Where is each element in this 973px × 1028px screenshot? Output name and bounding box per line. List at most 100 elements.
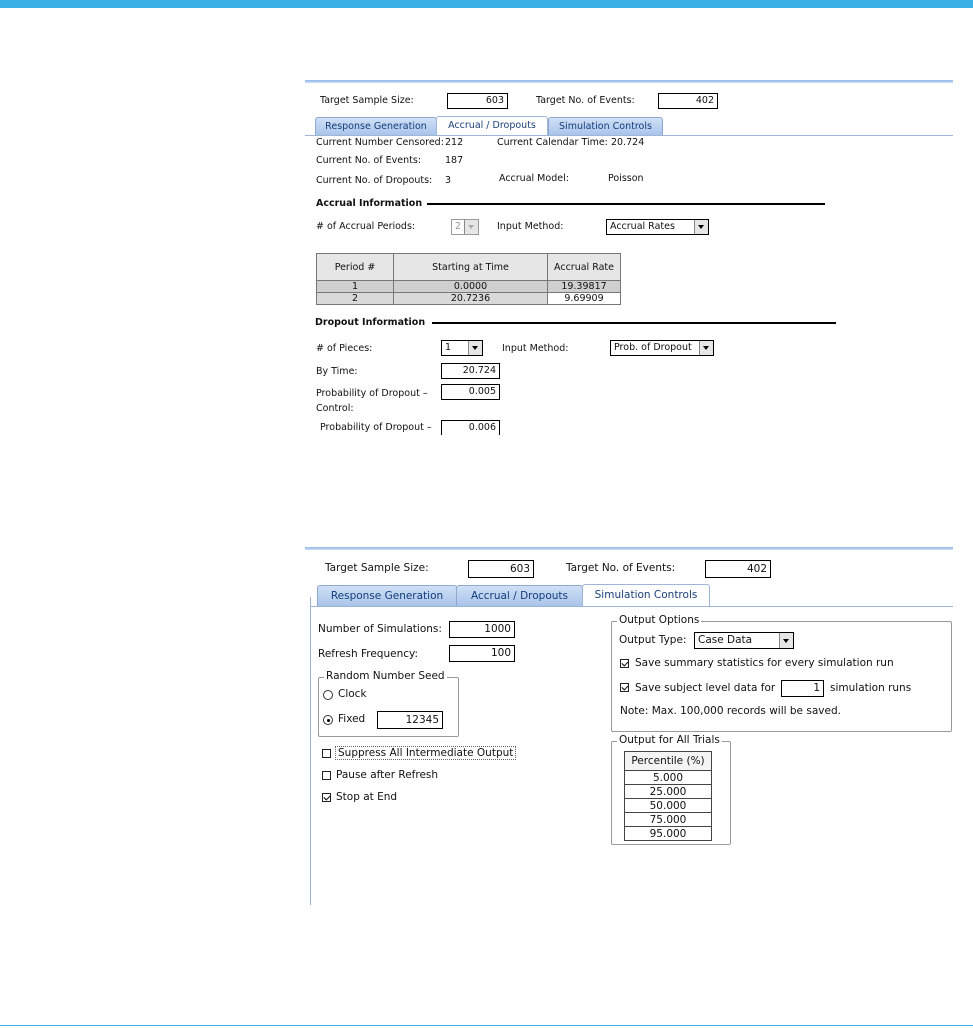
tab-baseline: [310, 606, 953, 607]
output-type-select[interactable]: Case Data: [694, 632, 794, 649]
table-row[interactable]: 95.000: [624, 826, 712, 841]
pause-checkbox[interactable]: [322, 771, 331, 780]
tab-simulation-controls[interactable]: Simulation Controls: [582, 584, 710, 606]
table-cell[interactable]: 19.39817: [547, 280, 621, 293]
tab-accrual-dropouts[interactable]: Accrual / Dropouts: [436, 116, 548, 135]
prob-control-label-1: Probability of Dropout –: [316, 388, 428, 399]
table-row[interactable]: 2 20.7236 9.69909: [316, 292, 621, 305]
chevron-down-icon[interactable]: [694, 220, 708, 234]
pieces-value: 1: [445, 342, 452, 353]
pieces-select[interactable]: 1: [441, 340, 483, 356]
fixed-radio[interactable]: [323, 715, 333, 725]
table-cell[interactable]: 2: [316, 292, 394, 305]
current-events-value: 187: [445, 155, 464, 166]
tab-baseline: [305, 135, 953, 136]
current-censored-label: Current Number Censored:: [316, 137, 444, 148]
percentile-cell[interactable]: 75.000: [624, 812, 712, 827]
table-cell[interactable]: 1: [316, 280, 394, 293]
accrual-input-method-value: Accrual Rates: [610, 221, 675, 232]
input-method-label: Input Method:: [497, 221, 564, 232]
dropout-input-method-value: Prob. of Dropout: [614, 342, 692, 353]
tab-accrual-dropouts[interactable]: Accrual / Dropouts: [456, 585, 583, 606]
percentile-cell[interactable]: 5.000: [624, 770, 712, 785]
target-events-field[interactable]: 402: [658, 93, 718, 109]
table-row[interactable]: 1 0.0000 19.39817: [316, 280, 621, 293]
accrual-periods-table: Period # Starting at Time Accrual Rate 1…: [316, 253, 621, 305]
percentile-cell[interactable]: 95.000: [624, 826, 712, 841]
suppress-label[interactable]: Suppress All Intermediate Output: [335, 746, 517, 760]
prob-treatment-label: Probability of Dropout –: [320, 422, 432, 433]
header-period: Period #: [316, 253, 394, 281]
max-records-note: Note: Max. 100,000 records will be saved…: [620, 705, 841, 717]
accrual-model-label: Accrual Model:: [499, 173, 569, 184]
dropout-divider: [432, 322, 836, 324]
num-simulations-label: Number of Simulations:: [318, 623, 442, 635]
accrual-periods-label: # of Accrual Periods:: [316, 221, 416, 232]
output-type-label: Output Type:: [619, 634, 687, 646]
save-subject-runs-field[interactable]: 1: [781, 680, 824, 697]
accrual-heading: Accrual Information: [316, 198, 423, 209]
accrual-divider: [427, 203, 825, 205]
random-seed-legend: Random Number Seed: [324, 670, 447, 682]
clock-radio[interactable]: [323, 690, 333, 700]
fixed-seed-field[interactable]: 12345: [377, 711, 443, 729]
current-censored-value: 212: [445, 137, 464, 148]
by-time-label: By Time:: [316, 366, 358, 377]
suppress-checkbox[interactable]: [322, 749, 331, 758]
table-row[interactable]: 50.000: [624, 798, 712, 813]
fixed-label: Fixed: [338, 713, 366, 725]
accrual-dropouts-panel: Target Sample Size: 603 Target No. of Ev…: [305, 80, 953, 435]
percentile-cell[interactable]: 25.000: [624, 784, 712, 799]
target-sample-size-field[interactable]: 603: [447, 93, 508, 109]
simulation-controls-panel: Target Sample Size: 603 Target No. of Ev…: [305, 547, 953, 907]
table-cell[interactable]: 20.7236: [393, 292, 548, 305]
header-starting-time: Starting at Time: [393, 253, 548, 281]
table-cell[interactable]: 0.0000: [393, 280, 548, 293]
save-summary-checkbox[interactable]: [620, 659, 629, 668]
current-calendar-label: Current Calendar Time:: [497, 137, 608, 148]
stop-checkbox[interactable]: [322, 793, 331, 802]
num-simulations-field[interactable]: 1000: [449, 621, 515, 638]
save-subject-checkbox[interactable]: [620, 683, 629, 692]
target-sample-size-label: Target Sample Size:: [320, 95, 414, 106]
refresh-frequency-field[interactable]: 100: [449, 645, 515, 662]
clock-label: Clock: [338, 688, 367, 700]
accrual-periods-value: 2: [455, 221, 462, 232]
chevron-down-icon[interactable]: [699, 341, 713, 355]
accrual-periods-select[interactable]: 2: [451, 219, 479, 235]
dropout-input-method-select[interactable]: Prob. of Dropout: [610, 340, 714, 356]
chevron-down-icon[interactable]: [468, 341, 482, 355]
chevron-down-icon[interactable]: [464, 220, 478, 234]
accrual-input-method-select[interactable]: Accrual Rates: [606, 219, 709, 235]
bottom-rule: [0, 1025, 973, 1026]
refresh-frequency-label: Refresh Frequency:: [318, 648, 419, 660]
table-row[interactable]: 75.000: [624, 812, 712, 827]
tab-response-generation[interactable]: Response Generation: [315, 117, 437, 135]
prob-control-field[interactable]: 0.005: [441, 384, 500, 400]
header-accrual-rate: Accrual Rate: [547, 253, 621, 281]
current-dropouts-value: 3: [445, 175, 452, 186]
tab-response-generation[interactable]: Response Generation: [317, 585, 457, 606]
percentile-cell[interactable]: 50.000: [624, 798, 712, 813]
target-events-label: Target No. of Events:: [536, 95, 635, 106]
prob-treatment-field[interactable]: 0.006: [441, 420, 500, 435]
simulation-runs-label: simulation runs: [830, 682, 912, 694]
table-cell[interactable]: 9.69909: [547, 292, 621, 305]
target-events-field[interactable]: 402: [705, 560, 771, 578]
percentile-header: Percentile (%): [624, 751, 712, 771]
all-trials-legend: Output for All Trials: [617, 734, 722, 746]
target-sample-size-field[interactable]: 603: [468, 560, 534, 578]
stop-label: Stop at End: [336, 791, 398, 803]
target-events-label: Target No. of Events:: [566, 562, 676, 574]
pause-label: Pause after Refresh: [336, 769, 439, 781]
pieces-label: # of Pieces:: [316, 343, 373, 354]
prob-control-label-2: Control:: [316, 403, 354, 414]
dropout-heading: Dropout Information: [315, 317, 426, 328]
tab-simulation-controls[interactable]: Simulation Controls: [548, 117, 663, 135]
table-row[interactable]: 25.000: [624, 784, 712, 799]
by-time-field[interactable]: 20.724: [441, 363, 500, 379]
table-row[interactable]: 5.000: [624, 770, 712, 785]
chevron-down-icon[interactable]: [779, 633, 793, 648]
output-type-value: Case Data: [698, 634, 753, 646]
current-dropouts-label: Current No. of Dropouts:: [316, 175, 433, 186]
